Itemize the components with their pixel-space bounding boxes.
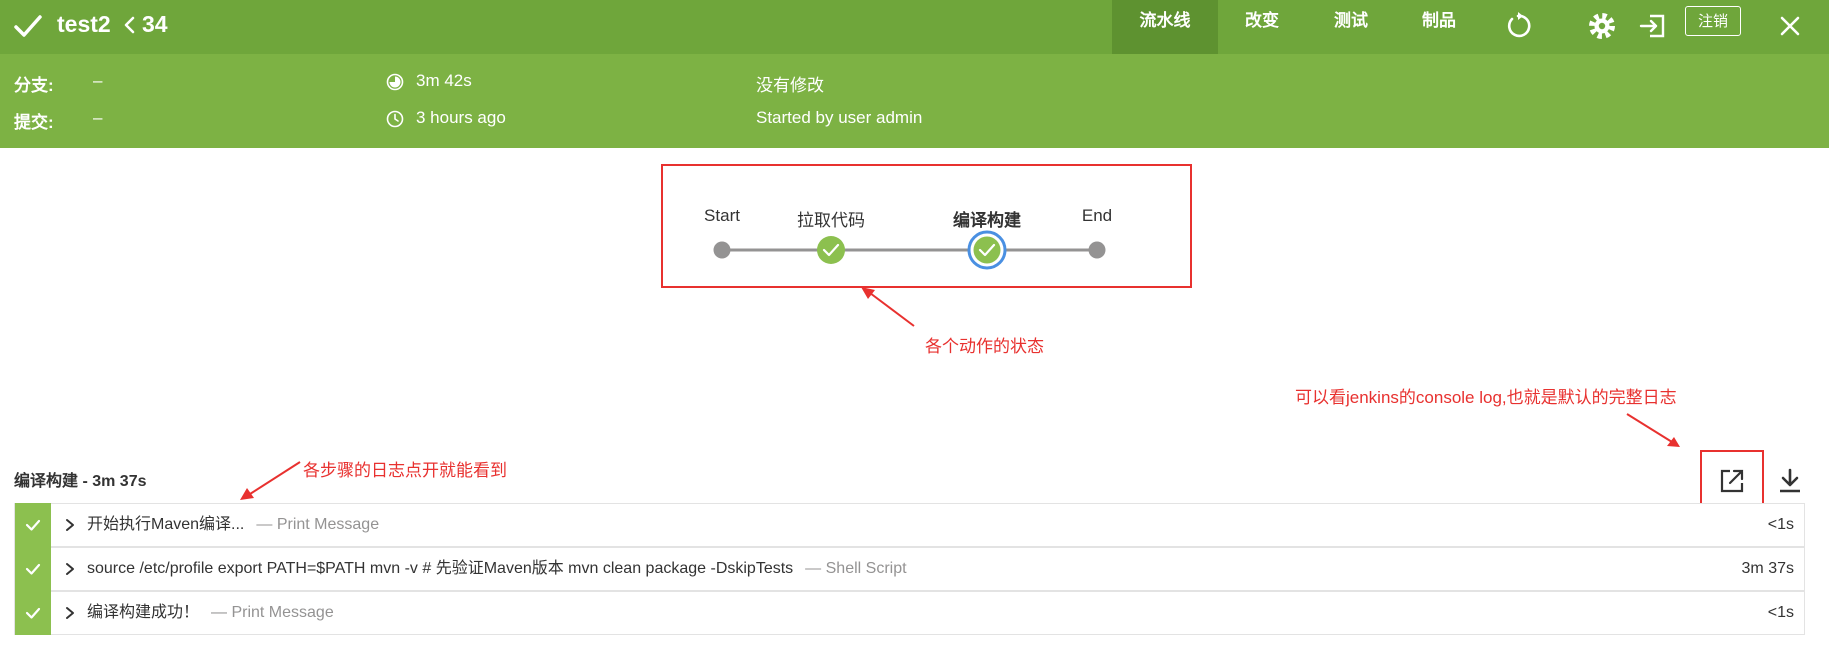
tab-pipeline[interactable]: 流水线 — [1112, 0, 1218, 54]
chevron-right-icon[interactable] — [63, 606, 77, 620]
chevron-right-icon[interactable] — [63, 562, 77, 576]
chevron-left-icon — [124, 16, 135, 34]
step-type: — Shell Script — [805, 560, 907, 577]
download-icon[interactable] — [1777, 467, 1803, 495]
annotation-stage-status: 各个动作的状态 — [925, 337, 1044, 356]
stage-label-checkout[interactable]: 拉取代码 — [797, 206, 865, 231]
top-header-bar: test2 34 流水线 改变 测试 制品 注销 — [0, 0, 1829, 54]
step-status-success — [15, 503, 51, 547]
annotation-box-pipeline — [661, 164, 1192, 288]
step-text: 编译构建成功！ — Print Message — [87, 592, 334, 634]
step-row[interactable]: 编译构建成功！ — Print Message <1s — [14, 591, 1805, 635]
step-duration: <1s — [1767, 516, 1794, 533]
annotation-arrow-stage-status — [861, 287, 915, 327]
external-link-icon[interactable] — [1719, 468, 1745, 494]
step-text: 开始执行Maven编译... — Print Message — [87, 504, 379, 546]
run-duration: 3m 42s — [416, 71, 472, 90]
logout-button[interactable]: 注销 — [1685, 6, 1741, 36]
gear-icon[interactable] — [1587, 11, 1617, 41]
tab-artifacts[interactable]: 制品 — [1408, 0, 1470, 54]
branch-label: 分支: — [14, 76, 54, 95]
run-number: 34 — [142, 11, 168, 37]
run-time-ago: 3 hours ago — [416, 108, 506, 127]
step-duration: <1s — [1767, 604, 1794, 621]
step-duration: 3m 37s — [1741, 560, 1794, 577]
chevron-right-icon[interactable] — [63, 518, 77, 532]
check-icon — [25, 607, 41, 619]
job-name[interactable]: test2 — [57, 10, 111, 38]
step-status-success — [15, 591, 51, 635]
step-type: — Print Message — [256, 516, 380, 533]
tab-tests[interactable]: 测试 — [1320, 0, 1382, 54]
steps-title: 编译构建 - 3m 37s — [14, 473, 147, 490]
step-command: 开始执行Maven编译... — [87, 516, 245, 533]
clock-icon — [386, 110, 404, 128]
branch-value: – — [93, 71, 103, 90]
annotation-console-log: 可以看jenkins的console log,也就是默认的完整日志 — [1295, 388, 1677, 407]
commit-label: 提交: — [14, 113, 54, 132]
check-icon — [25, 519, 41, 531]
step-status-success — [15, 547, 51, 591]
tab-changes[interactable]: 改变 — [1232, 0, 1292, 54]
annotation-arrow-console-log — [1626, 413, 1680, 447]
step-text: source /etc/profile export PATH=$PATH mv… — [87, 548, 907, 590]
replay-icon[interactable] — [1503, 11, 1533, 41]
step-type: — Print Message — [211, 604, 334, 621]
duration-icon — [386, 73, 404, 91]
step-row[interactable]: source /etc/profile export PATH=$PATH mv… — [14, 547, 1805, 591]
commit-value: – — [93, 108, 103, 127]
exit-icon[interactable] — [1638, 11, 1668, 41]
check-icon — [25, 563, 41, 575]
step-command: source /etc/profile export PATH=$PATH mv… — [87, 560, 794, 577]
annotation-arrow-step-logs — [240, 461, 301, 500]
step-command: 编译构建成功！ — [87, 604, 200, 621]
stage-label-end: End — [1081, 206, 1113, 225]
stage-label-start: Start — [704, 206, 740, 225]
check-icon — [14, 15, 42, 37]
step-row[interactable]: 开始执行Maven编译... — Print Message <1s — [14, 503, 1805, 547]
close-icon[interactable] — [1775, 11, 1805, 41]
stage-label-build[interactable]: 编译构建 — [953, 206, 1021, 231]
run-info-strip: 分支: – 提交: – 3m 42s 3 hours ago 没有修改 Star… — [0, 54, 1829, 148]
annotation-step-logs: 各步骤的日志点开就能看到 — [303, 461, 507, 480]
started-by-text: Started by user admin — [756, 108, 923, 127]
changes-text: 没有修改 — [756, 76, 824, 95]
